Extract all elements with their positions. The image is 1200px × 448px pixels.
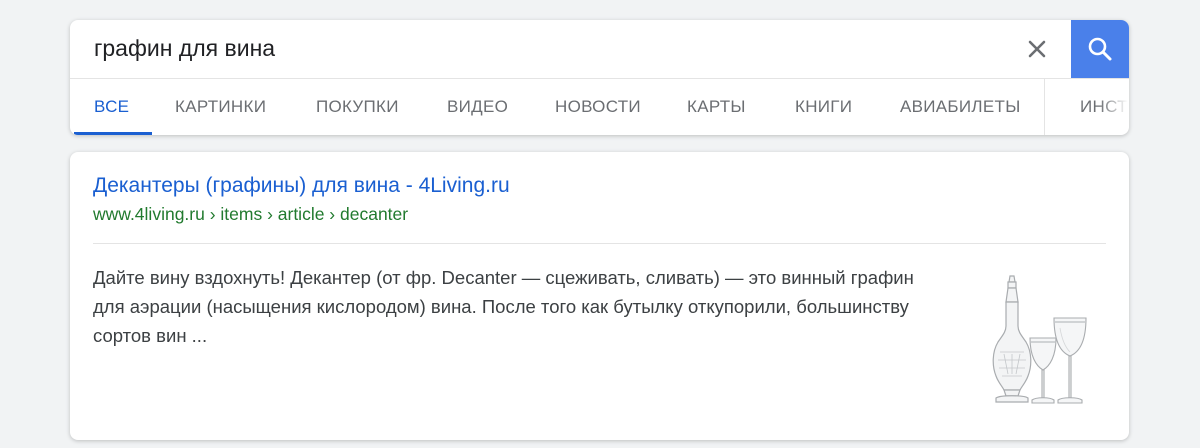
- search-button[interactable]: [1071, 20, 1129, 78]
- result-title-link[interactable]: Декантеры (графины) для вина - 4Living.r…: [93, 172, 510, 200]
- tab-books[interactable]: КНИГИ: [795, 79, 852, 135]
- close-icon: [1028, 40, 1046, 58]
- tab-news[interactable]: НОВОСТИ: [555, 79, 641, 135]
- search-result-card: Декантеры (графины) для вина - 4Living.r…: [70, 152, 1129, 440]
- tab-video[interactable]: ВИДЕО: [447, 79, 508, 135]
- result-url-breadcrumb[interactable]: www.4living.ru › items › article › decan…: [93, 202, 408, 226]
- tab-images[interactable]: КАРТИНКИ: [175, 79, 266, 135]
- tab-shopping[interactable]: ПОКУПКИ: [316, 79, 399, 135]
- decanter-and-glasses-image: [982, 274, 1094, 412]
- clear-search-button[interactable]: [1023, 35, 1051, 63]
- tabs-divider: [1044, 79, 1045, 135]
- result-thumbnail[interactable]: [982, 274, 1094, 412]
- search-icon: [1088, 37, 1112, 61]
- result-divider: [93, 243, 1106, 244]
- tab-tools[interactable]: ИНСТ: [1080, 79, 1128, 135]
- search-panel: графин для вина ВСЕ КАРТИНКИ ПОКУПКИ ВИД…: [70, 20, 1129, 135]
- search-tabs: ВСЕ КАРТИНКИ ПОКУПКИ ВИДЕО НОВОСТИ КАРТЫ…: [70, 79, 1129, 135]
- result-snippet: Дайте вину вздохнуть! Декантер (от фр. D…: [93, 267, 914, 346]
- tab-maps[interactable]: КАРТЫ: [687, 79, 746, 135]
- active-tab-indicator: [74, 132, 152, 135]
- tab-flights[interactable]: АВИАБИЛЕТЫ: [900, 79, 1021, 135]
- search-bar: графин для вина: [70, 20, 1129, 79]
- search-input[interactable]: графин для вина: [94, 33, 275, 63]
- tab-all[interactable]: ВСЕ: [94, 79, 129, 135]
